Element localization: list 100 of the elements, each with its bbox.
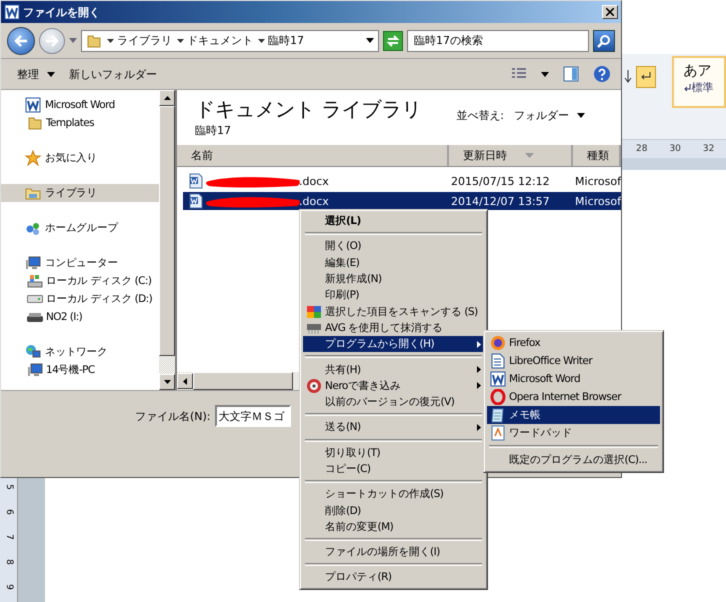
breadcrumb-caret-icon[interactable] bbox=[177, 38, 184, 42]
address-bar[interactable]: ライブラリ ドキュメント 臨時17 bbox=[81, 30, 379, 52]
close-button[interactable] bbox=[602, 5, 618, 19]
new-folder-button[interactable]: 新しいフォルダー bbox=[69, 64, 157, 84]
menu-item[interactable]: 新規作成(N) bbox=[303, 270, 484, 288]
word-icon bbox=[490, 371, 506, 387]
sidebar-item[interactable]: NO2 (I:) bbox=[1, 308, 160, 326]
wordpad-icon bbox=[490, 425, 506, 441]
menu-item[interactable]: Opera Internet Browser bbox=[487, 388, 660, 406]
style-name: 標準 bbox=[692, 80, 714, 95]
library-title: ドキュメント ライブラリ bbox=[195, 96, 422, 123]
ruler-number: 6 bbox=[4, 509, 14, 515]
menu-item[interactable]: 削除(D) bbox=[303, 502, 484, 519]
sidebar-item[interactable]: お気に入り bbox=[1, 149, 160, 167]
menu-item[interactable]: ファイルの場所を開く(I) bbox=[303, 544, 484, 560]
menu-item[interactable]: Microsoft Word bbox=[487, 370, 660, 388]
sort-label: 並べ替え: bbox=[456, 108, 504, 123]
ruler-number: 8 bbox=[4, 559, 14, 565]
computer-icon bbox=[27, 362, 43, 378]
menu-item[interactable]: 選択(L) bbox=[303, 213, 484, 230]
history-caret-icon[interactable] bbox=[69, 38, 77, 43]
library-subtitle: 臨時17 bbox=[195, 123, 232, 138]
globe-icon bbox=[490, 335, 506, 351]
notepad-icon bbox=[490, 407, 506, 423]
sidebar-item[interactable]: ライブラリ bbox=[1, 184, 160, 202]
sort-dropdown[interactable]: フォルダー bbox=[514, 106, 585, 125]
sidebar-item[interactable]: Microsoft Word bbox=[1, 96, 160, 114]
breadcrumb-item[interactable]: ライブラリ bbox=[117, 33, 172, 48]
word-icon bbox=[25, 97, 41, 113]
menu-item[interactable]: 名前の変更(M) bbox=[303, 518, 484, 536]
style-gallery-item[interactable]: あア 標準 bbox=[672, 56, 726, 108]
menu-item[interactable]: プロパティ(R) bbox=[303, 569, 484, 586]
column-header[interactable]: 更新日時 bbox=[449, 145, 574, 166]
down-arrow-icon[interactable] bbox=[624, 70, 632, 84]
computer-icon bbox=[25, 255, 41, 271]
menu-item[interactable]: メモ帳 bbox=[487, 406, 660, 424]
scan-icon bbox=[306, 304, 322, 320]
menu-item[interactable]: 以前のバージョンの復元(V) bbox=[303, 394, 484, 410]
search-field[interactable]: 臨時17の検索 bbox=[407, 30, 589, 52]
file-row[interactable]: .docx 2015/07/15 12:12 Microsof bbox=[183, 172, 621, 190]
submenu-arrow-icon bbox=[477, 340, 481, 348]
file-row[interactable]: .docx 2014/12/07 13:57 Microsof bbox=[183, 192, 621, 210]
scroll-down-button[interactable] bbox=[159, 374, 176, 390]
breadcrumb-caret-icon[interactable] bbox=[107, 38, 114, 42]
caret-icon[interactable] bbox=[541, 72, 549, 76]
sidebar-item[interactable]: ローカル ディスク (C:) bbox=[1, 272, 160, 290]
menu-item[interactable]: LibreOffice Writer bbox=[487, 352, 660, 370]
sidebar-item[interactable]: ネットワーク bbox=[1, 343, 160, 361]
menu-item[interactable]: Neroで書き込み bbox=[303, 378, 484, 394]
menu-item[interactable]: ショートカットの作成(S) bbox=[303, 486, 484, 502]
submenu-arrow-icon bbox=[477, 382, 481, 390]
menu-item[interactable]: コピー(C) bbox=[303, 460, 484, 478]
back-button[interactable] bbox=[7, 26, 35, 54]
sort-arrow-icon bbox=[525, 153, 534, 158]
up-arrow-icon bbox=[164, 96, 171, 100]
breadcrumb-item[interactable]: ドキュメント bbox=[187, 33, 253, 48]
style-button[interactable] bbox=[636, 66, 656, 88]
sidebar-item[interactable]: 14号機-PC bbox=[1, 361, 160, 379]
search-button[interactable] bbox=[593, 30, 615, 52]
refresh-button[interactable] bbox=[383, 30, 403, 50]
sidebar-item[interactable]: コンピューター bbox=[1, 254, 160, 272]
menu-item[interactable]: AVG を使用して抹消する bbox=[303, 320, 484, 336]
view-icon[interactable] bbox=[511, 67, 527, 81]
close-icon bbox=[606, 8, 614, 16]
breadcrumb-caret-icon[interactable] bbox=[258, 38, 265, 42]
menu-item[interactable]: 選択した項目をスキャンする (S) bbox=[303, 303, 484, 320]
menu-item[interactable]: Firefox bbox=[487, 334, 660, 352]
down-arrow-icon bbox=[164, 380, 171, 384]
menu-item[interactable]: 既定のプログラムの選択(C)... bbox=[487, 451, 660, 469]
sidebar-item[interactable]: ホームグループ bbox=[1, 219, 160, 237]
menu-item[interactable]: ワードパッド bbox=[487, 424, 660, 442]
ruler-number: 9 bbox=[4, 584, 14, 590]
scroll-left-button[interactable] bbox=[177, 373, 194, 389]
dropdown-caret-icon[interactable] bbox=[366, 38, 374, 43]
scrollbar-thumb[interactable] bbox=[159, 106, 176, 356]
organize-button[interactable]: 整理 bbox=[17, 64, 55, 84]
menu-item[interactable]: 共有(H) bbox=[303, 361, 484, 378]
sidebar-item[interactable]: Templates bbox=[1, 114, 160, 132]
filename-field[interactable]: 大文字ＭＳゴ bbox=[214, 405, 291, 427]
scrollbar-thumb[interactable] bbox=[193, 372, 294, 390]
menu-item[interactable]: プログラムから開く(H) bbox=[303, 336, 484, 352]
document-icon bbox=[490, 353, 506, 369]
scroll-up-button[interactable] bbox=[159, 90, 176, 106]
menu-item[interactable]: 送る(N) bbox=[303, 419, 484, 436]
ruler-number: 7 bbox=[4, 534, 14, 540]
menu-item[interactable]: 編集(E) bbox=[303, 254, 484, 271]
menu-item[interactable]: 印刷(P) bbox=[303, 287, 484, 304]
breadcrumb-item[interactable]: 臨時17 bbox=[268, 33, 304, 48]
column-header[interactable]: 種類 bbox=[573, 145, 621, 166]
preview-pane-icon[interactable] bbox=[563, 66, 579, 82]
sidebar-item[interactable]: ローカル ディスク (D:) bbox=[1, 290, 160, 308]
disc-icon bbox=[306, 378, 322, 394]
help-icon[interactable] bbox=[593, 65, 611, 83]
menu-item[interactable]: 切り取り(T) bbox=[303, 444, 484, 461]
file-name: .docx bbox=[299, 174, 329, 188]
caret-icon bbox=[47, 72, 55, 76]
star-icon bbox=[25, 150, 41, 166]
column-header[interactable]: 名前 bbox=[177, 145, 450, 166]
filename-label: ファイル名(N): bbox=[135, 409, 211, 424]
menu-item[interactable]: 開く(O) bbox=[303, 238, 484, 255]
